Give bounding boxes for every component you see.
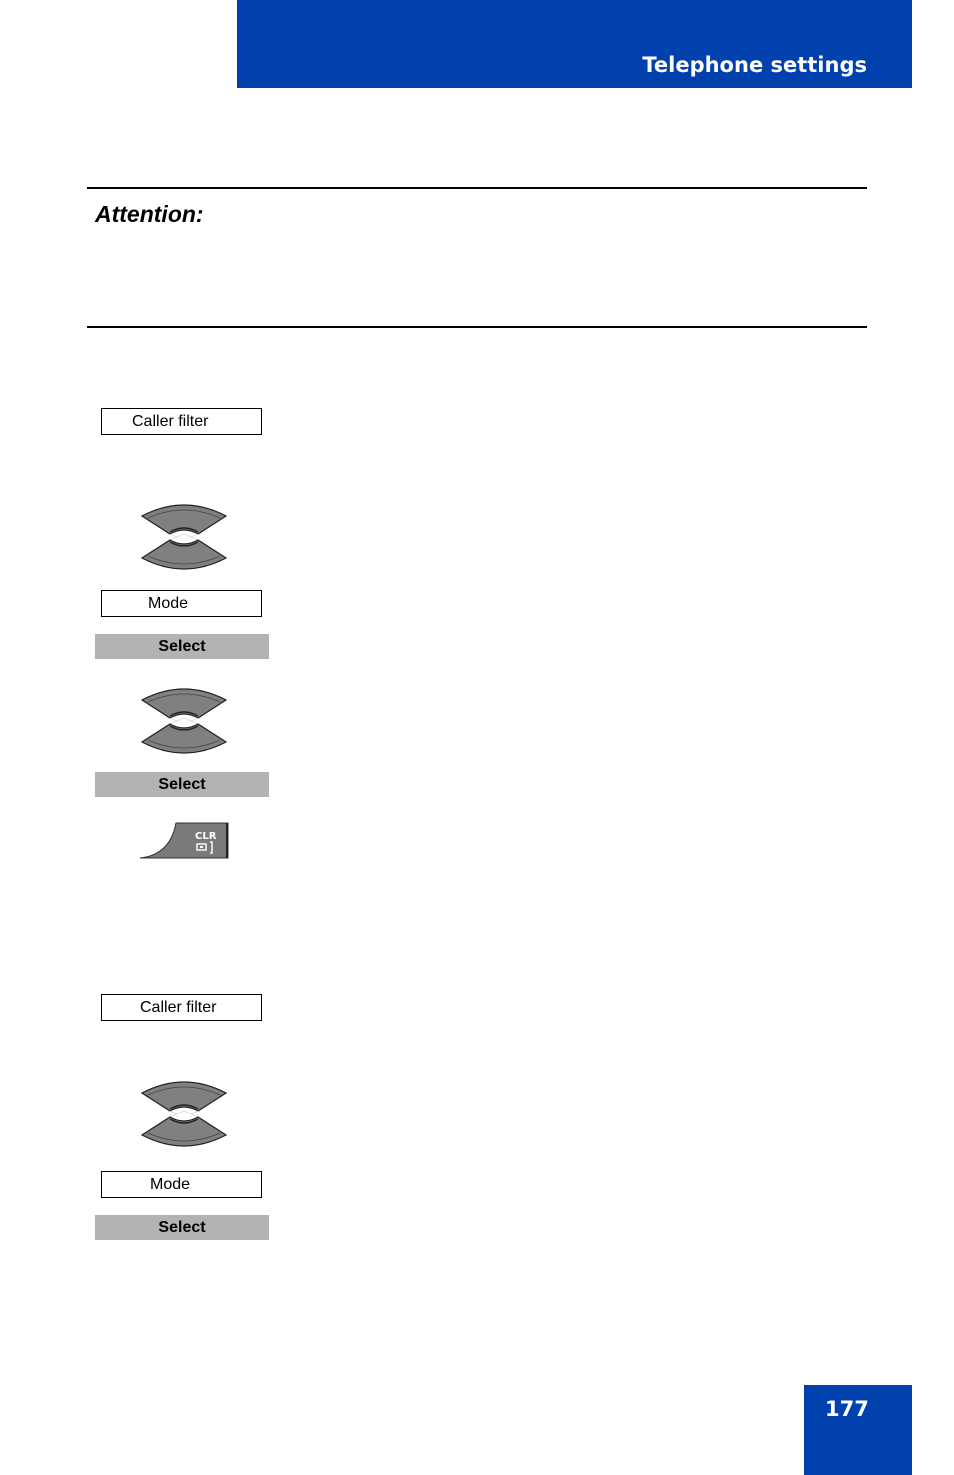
attention-top-rule (87, 187, 867, 189)
nav-down-segment (140, 1116, 228, 1147)
nav-down-segment (140, 723, 228, 754)
display-text: Caller filter (132, 413, 209, 430)
navigation-up-down-key-icon[interactable] (138, 684, 230, 758)
display-caller-filter: Caller filter (101, 994, 262, 1021)
header-band: Telephone settings (237, 0, 912, 88)
select-softkey[interactable]: Select (95, 1215, 269, 1240)
navigation-up-down-key-icon[interactable] (138, 500, 230, 574)
display-text: Mode (150, 1176, 191, 1193)
clear-key-icon[interactable]: CLR (140, 821, 230, 859)
display-text: Mode (148, 595, 189, 612)
section-title: Telephone settings (642, 53, 867, 77)
display-mode: Mode (101, 590, 262, 617)
display-text: Caller filter (140, 999, 217, 1016)
page-number: 177 (825, 1397, 869, 1421)
attention-label: Attention: (95, 201, 204, 227)
display-mode: Mode (101, 1171, 262, 1198)
nav-up-segment (140, 1081, 228, 1112)
nav-down-segment (140, 539, 228, 570)
navigation-up-down-key-icon[interactable] (138, 1077, 230, 1151)
clr-label: CLR (195, 831, 217, 842)
nav-up-segment (140, 504, 228, 535)
page-number-box: 177 (804, 1385, 912, 1475)
attention-bottom-rule (87, 326, 867, 328)
select-softkey[interactable]: Select (95, 634, 269, 659)
nav-up-segment (140, 688, 228, 719)
display-caller-filter: Caller filter (101, 408, 262, 435)
select-softkey[interactable]: Select (95, 772, 269, 797)
